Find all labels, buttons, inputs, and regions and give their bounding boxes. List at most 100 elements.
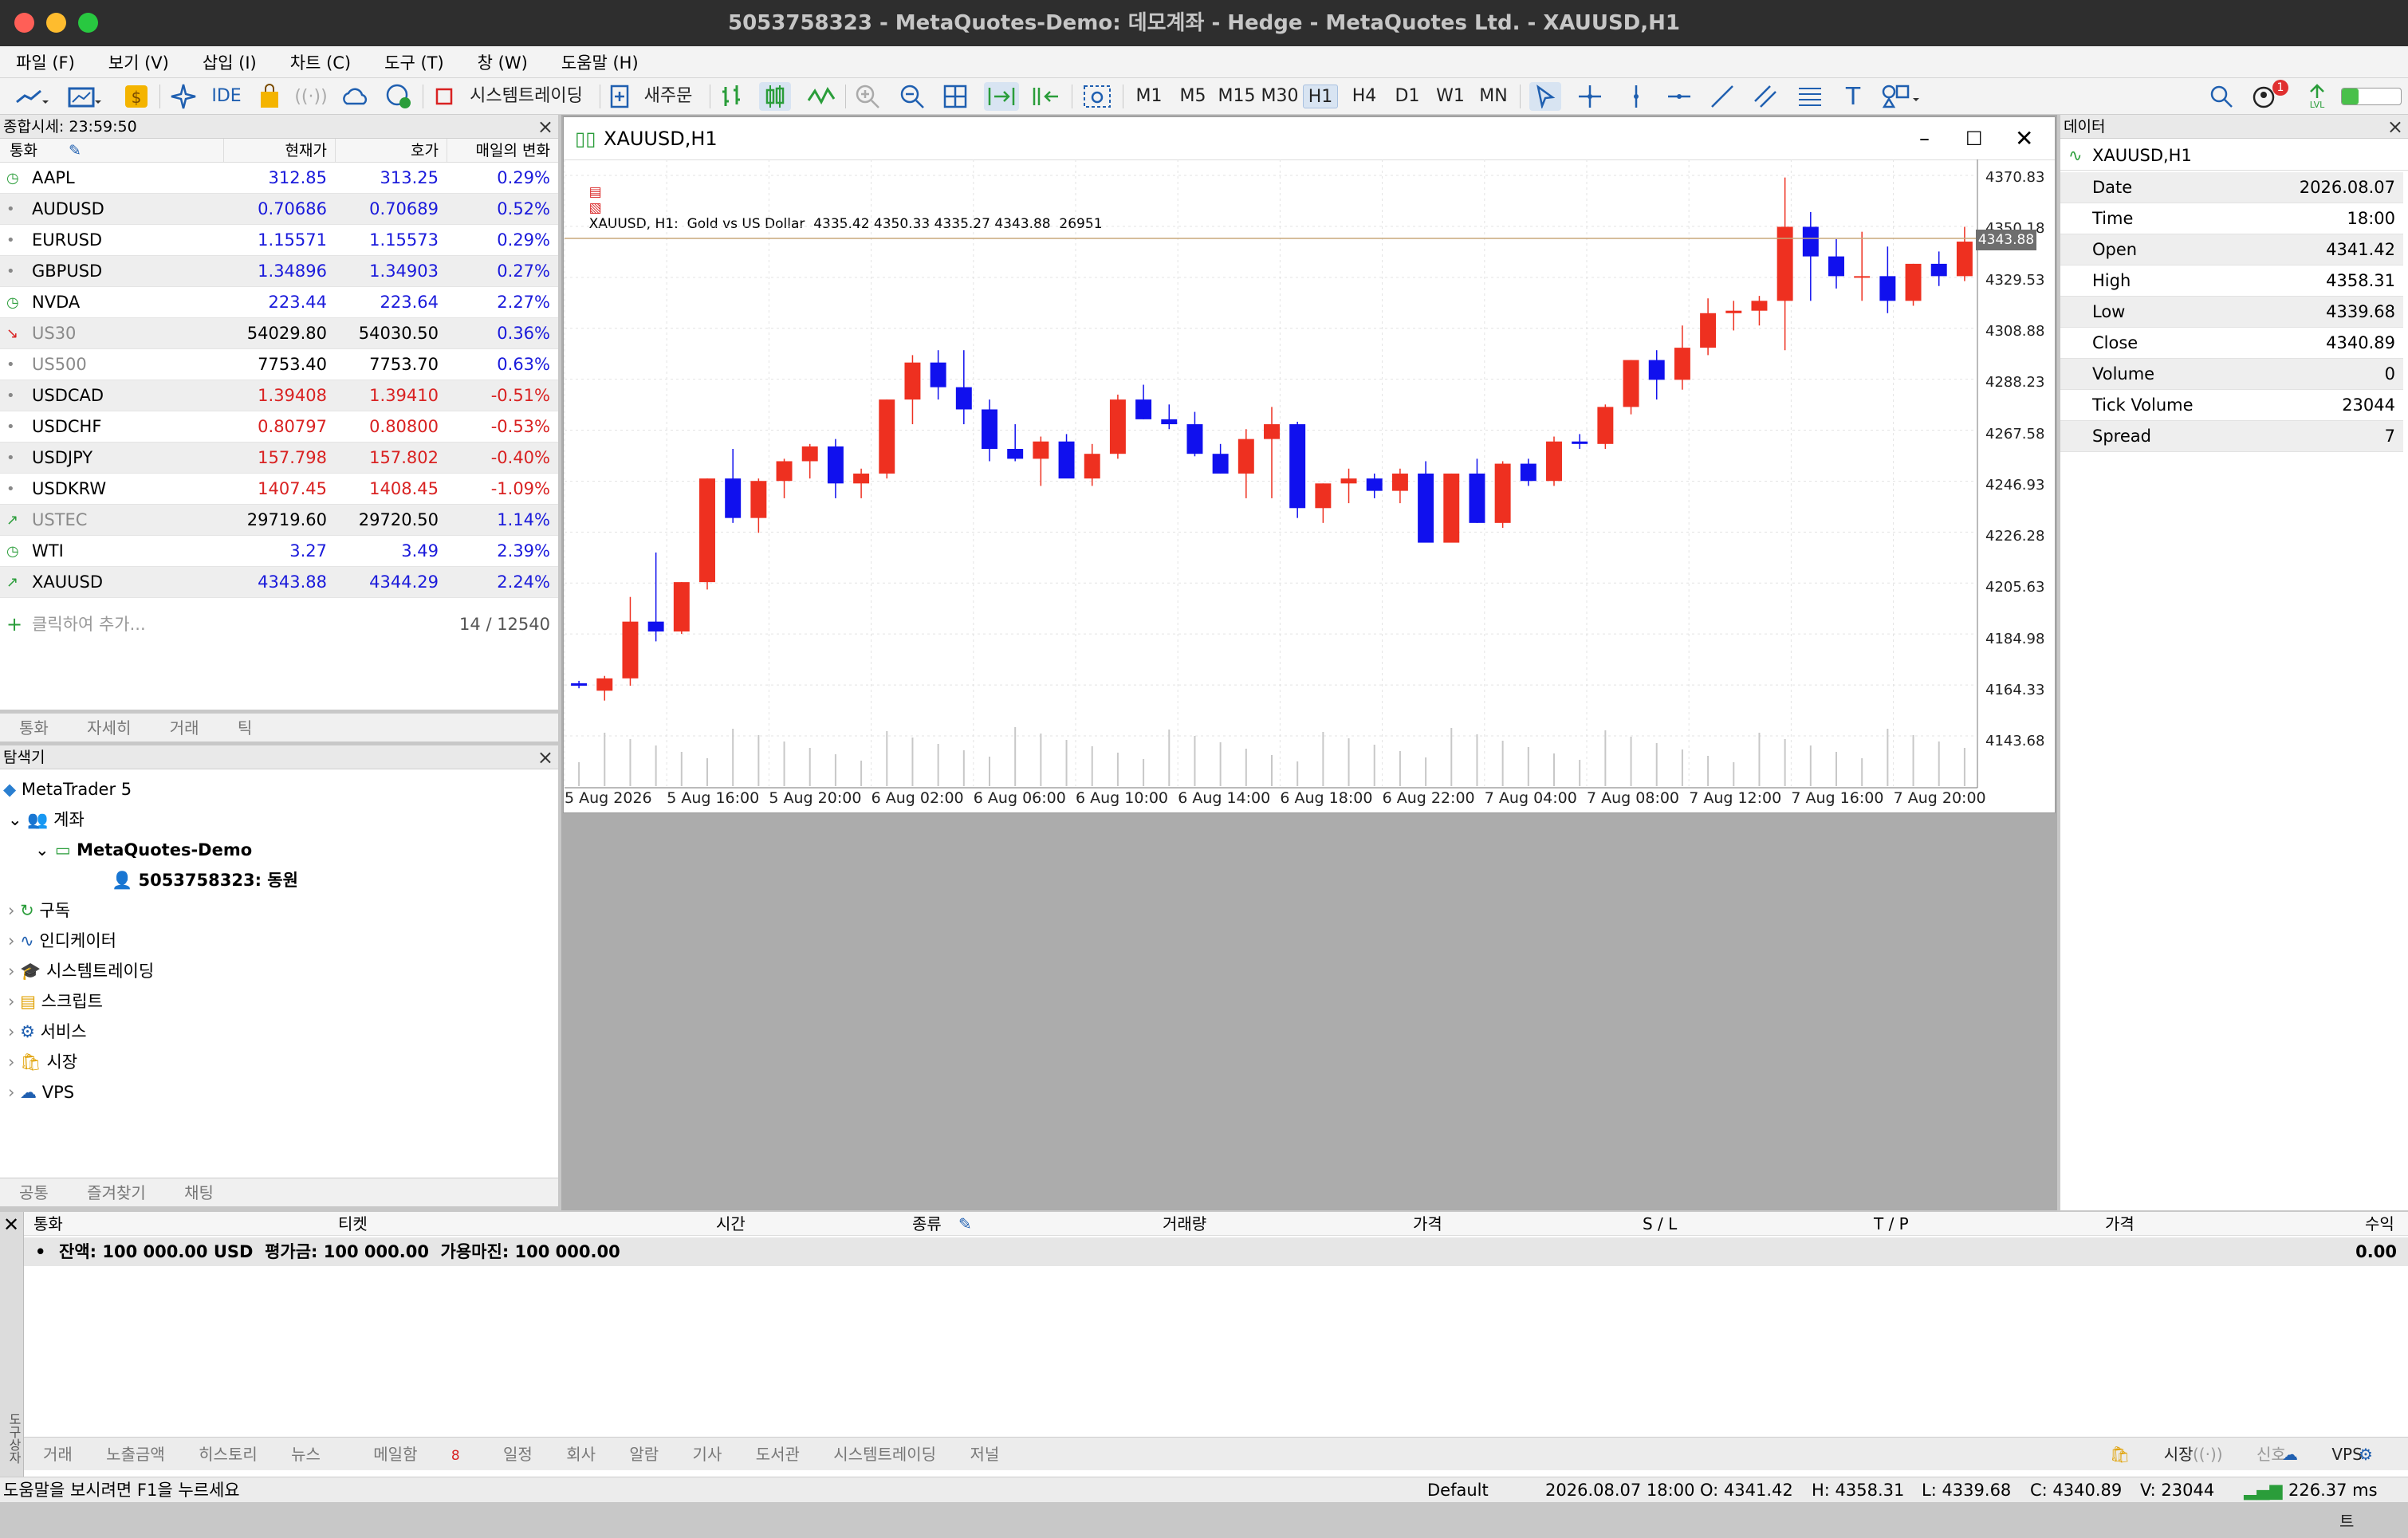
shapes-icon[interactable] xyxy=(1879,82,1923,111)
market-bag-icon[interactable] xyxy=(255,82,284,111)
fibonacci-icon[interactable] xyxy=(1794,82,1826,111)
col-symbol[interactable]: 통화 xyxy=(33,1212,63,1236)
timeframe-h1[interactable]: H1 xyxy=(1303,85,1338,108)
zoom-in-icon[interactable] xyxy=(852,82,883,111)
timeframe-m5[interactable]: M5 xyxy=(1175,85,1210,108)
screenshot-icon[interactable] xyxy=(1080,82,1115,111)
timeframe-h4[interactable]: H4 xyxy=(1348,85,1381,108)
col-ticket[interactable]: 티켓 xyxy=(338,1212,368,1236)
col-current-price[interactable]: 가격 xyxy=(2105,1212,2135,1236)
col-time[interactable]: 시간 xyxy=(716,1212,746,1236)
horizontal-line-icon[interactable] xyxy=(1663,82,1695,111)
col-profit[interactable]: 수익 xyxy=(2365,1212,2394,1236)
menu-charts[interactable]: 차트 (C) xyxy=(290,50,351,74)
crosshair-icon[interactable] xyxy=(1574,82,1606,111)
tab-favorites[interactable]: 즐겨찾기 xyxy=(87,1183,146,1202)
timeframe-mn[interactable]: MN xyxy=(1475,85,1512,108)
tree-vps[interactable]: › ☁ VPS xyxy=(8,1077,74,1107)
new-order-icon[interactable] xyxy=(608,82,632,111)
close-icon[interactable]: × xyxy=(537,115,553,139)
tab-chat[interactable]: 채팅 xyxy=(184,1183,214,1202)
sparkle-icon[interactable] xyxy=(167,82,199,111)
tree-root[interactable]: ◆ MetaTrader 5 xyxy=(3,774,132,804)
line-chart-icon[interactable] xyxy=(805,82,837,111)
maximize-icon[interactable]: ☐ xyxy=(1965,117,1983,160)
tree-scripts[interactable]: › ▤ 스크립트 xyxy=(8,986,103,1017)
ide-button[interactable]: IDE xyxy=(209,85,244,108)
close-icon[interactable]: × xyxy=(537,745,553,769)
timeframe-m15[interactable]: M15 xyxy=(1217,85,1257,108)
algo-trading-icon[interactable] xyxy=(432,82,456,111)
market-watch-row[interactable]: • USDKRW 1407.45 1408.45 -1.09% xyxy=(0,474,558,505)
zoom-out-icon[interactable] xyxy=(896,82,928,111)
chart-shift-icon[interactable] xyxy=(1029,82,1064,111)
market-watch-row[interactable]: ◷ NVDA 223.44 223.64 2.27% xyxy=(0,287,558,318)
edit-icon[interactable]: ✎ xyxy=(958,1212,972,1236)
market-watch-row[interactable]: • USDCAD 1.39408 1.39410 -0.51% xyxy=(0,380,558,411)
vps-cloud-icon[interactable] xyxy=(340,82,372,111)
edit-icon[interactable]: ✎ xyxy=(69,139,81,163)
tab-trade[interactable]: 거래 xyxy=(43,1445,73,1464)
market-watch-row[interactable]: • USDCHF 0.80797 0.80800 -0.53% xyxy=(0,411,558,443)
close-icon[interactable]: × xyxy=(2387,115,2403,139)
minimize-icon[interactable]: – xyxy=(1919,117,1930,160)
market-watch-row[interactable]: • US500 7753.40 7753.70 0.63% xyxy=(0,349,558,380)
new-chart-icon[interactable] xyxy=(11,82,51,111)
menu-view[interactable]: 보기 (V) xyxy=(108,50,169,74)
candlestick-icon[interactable] xyxy=(759,82,791,111)
trendline-icon[interactable] xyxy=(1706,82,1738,111)
tab-history[interactable]: 히스토리 xyxy=(199,1445,258,1464)
balance-row[interactable]: • 잔액: 100 000.00 USD 평가금: 100 000.00 가용마… xyxy=(24,1237,2408,1266)
market-watch-row[interactable]: • USDJPY 157.798 157.802 -0.40% xyxy=(0,443,558,474)
tree-account[interactable]: 👤 5053758323: 동원 xyxy=(112,865,298,895)
col-symbol[interactable]: 통화 xyxy=(10,139,37,163)
close-window-button[interactable] xyxy=(14,13,34,33)
market-watch-row[interactable]: • AUDUSD 0.70686 0.70689 0.52% xyxy=(0,194,558,225)
close-icon[interactable]: ✕ xyxy=(2015,117,2033,160)
tab-articles[interactable]: 기사 xyxy=(693,1445,722,1464)
bar-chart-icon[interactable] xyxy=(718,82,750,111)
price-chart[interactable] xyxy=(563,159,2056,813)
col-tp[interactable]: T / P xyxy=(1874,1212,1909,1236)
vertical-line-icon[interactable] xyxy=(1620,82,1652,111)
tree-services[interactable]: › ⚙ 서비스 xyxy=(8,1017,87,1047)
market-watch-row[interactable]: ↘ US30 54029.80 54030.50 0.36% xyxy=(0,318,558,349)
col-type[interactable]: 종류 xyxy=(912,1212,942,1236)
channel-icon[interactable] xyxy=(1749,82,1781,111)
tab-exposure[interactable]: 노출금액 xyxy=(106,1445,165,1464)
col-ask[interactable]: 호가 xyxy=(335,139,439,163)
tile-windows-icon[interactable] xyxy=(939,82,971,111)
menu-insert[interactable]: 삽입 (I) xyxy=(203,50,257,74)
globe-icon[interactable] xyxy=(383,82,415,111)
tree-subscriptions[interactable]: › ↻ 구독 xyxy=(8,895,70,926)
menu-help[interactable]: 도움말 (H) xyxy=(561,50,639,74)
tab-news[interactable]: 뉴스 xyxy=(291,1445,321,1464)
tab-common[interactable]: 공통 xyxy=(19,1183,49,1202)
tree-accounts[interactable]: ⌄ 👥 계좌 xyxy=(8,804,85,835)
market-watch-row[interactable]: • EURUSD 1.15571 1.15573 0.29% xyxy=(0,225,558,256)
market-watch-row[interactable]: ↗ XAUUSD 4343.88 4344.29 2.24% xyxy=(0,567,558,598)
status-ping[interactable]: 226.37 ms xyxy=(2288,1477,2378,1503)
minimize-window-button[interactable] xyxy=(46,13,66,33)
col-price[interactable]: 가격 xyxy=(1413,1212,1442,1236)
text-tool-icon[interactable]: T xyxy=(1839,82,1867,111)
col-volume[interactable]: 거래량 xyxy=(1163,1212,1206,1236)
menu-window[interactable]: 창 (W) xyxy=(478,50,528,74)
tab-code-base[interactable]: 도서관 xyxy=(756,1445,800,1464)
market-watch-row[interactable]: • GBPUSD 1.34896 1.34903 0.27% xyxy=(0,256,558,287)
timeframe-w1[interactable]: W1 xyxy=(1434,85,1467,108)
account-notifications-icon[interactable]: 1 xyxy=(2250,80,2292,111)
tab-experts[interactable]: 시스템트레이딩 xyxy=(833,1445,936,1464)
status-profile[interactable]: Default xyxy=(1427,1477,1489,1503)
tree-experts[interactable]: › 🎓 시스템트레이딩 xyxy=(8,956,154,986)
chart-type-icon[interactable] xyxy=(64,82,104,111)
tab-company[interactable]: 회사 xyxy=(566,1445,596,1464)
new-order-button[interactable]: 새주문 xyxy=(638,85,698,108)
menu-file[interactable]: 파일 (F) xyxy=(16,50,75,74)
tab-calendar[interactable]: 일정 xyxy=(503,1445,533,1464)
tab-alerts[interactable]: 알람 xyxy=(629,1445,659,1464)
timeframe-m30[interactable]: M30 xyxy=(1260,85,1300,108)
col-bid[interactable]: 현재가 xyxy=(223,139,327,163)
tree-market[interactable]: › 🛍 시장 xyxy=(8,1047,77,1077)
tree-indicators[interactable]: › ∿ 인디케이터 xyxy=(8,926,116,956)
